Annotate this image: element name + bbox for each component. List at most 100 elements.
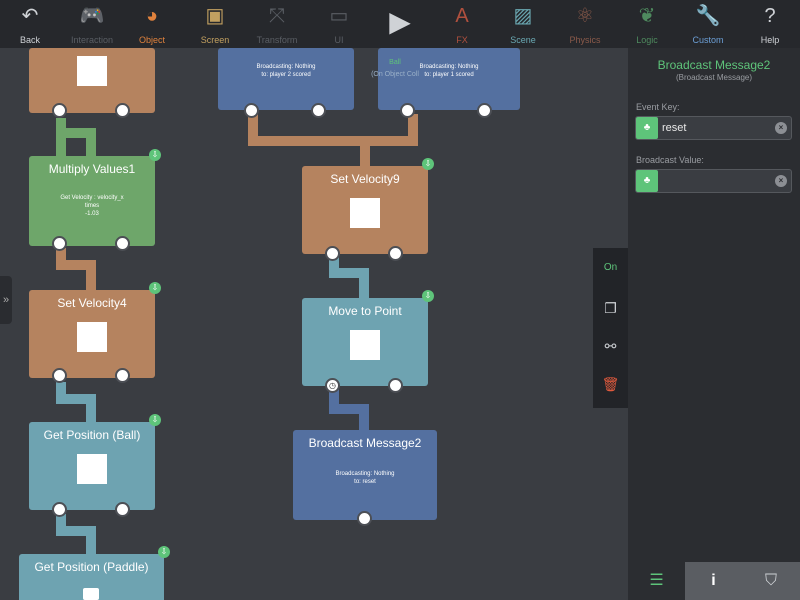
broadcast-value-input[interactable]: [662, 173, 772, 189]
node-body-line: -1.03: [85, 211, 99, 217]
port-out-left[interactable]: [400, 103, 415, 118]
toolbar-item-interaction[interactable]: 🎮 Interaction: [62, 0, 122, 48]
port-out-left[interactable]: [52, 502, 67, 517]
tags-icon[interactable]: ⛉: [742, 562, 800, 600]
node-body-line: to: reset: [354, 479, 376, 485]
download-icon[interactable]: ⇩: [149, 149, 161, 161]
atom-icon: ⚛: [576, 5, 594, 27]
node-preview-square: [350, 330, 380, 360]
port-out-left[interactable]: [52, 236, 67, 251]
toolbar-item-back[interactable]: ↶ Back: [0, 0, 60, 48]
screen-icon: ▣: [205, 5, 225, 27]
port-out-left[interactable]: [325, 246, 340, 261]
toggle-on-button[interactable]: On: [593, 262, 628, 273]
toolbar-item-object[interactable]: ◕ Object: [122, 0, 182, 48]
panel-bottom-tabs: ☰ i ⛉: [628, 562, 800, 600]
gamepad-icon: 🎮: [79, 5, 105, 27]
event-key-field[interactable]: ♣ ×: [635, 116, 792, 140]
port-out-left[interactable]: [52, 368, 67, 383]
wire: [360, 136, 370, 168]
clock-port-icon[interactable]: ◷: [325, 378, 340, 393]
port-out-left[interactable]: [244, 103, 259, 118]
node-move-to-point[interactable]: Move to Point ◷: [302, 298, 428, 393]
port-out-left[interactable]: [52, 103, 67, 118]
toolbar-item-play[interactable]: ▶: [370, 0, 430, 48]
event-key-input[interactable]: [662, 120, 772, 136]
download-icon[interactable]: ⇩: [422, 158, 434, 170]
node-set-velocity9[interactable]: Set Velocity9: [302, 166, 428, 261]
port-out-right[interactable]: [115, 236, 130, 251]
port-out-right[interactable]: [115, 502, 130, 517]
node-set-velocity4[interactable]: Set Velocity4: [29, 290, 155, 383]
fx-icon: A: [455, 5, 469, 27]
toolbar-item-physics[interactable]: ⚛ Physics: [555, 0, 615, 48]
node-get-position-ball[interactable]: Get Position (Ball): [29, 422, 155, 517]
speech-bubble-icon: ▭: [329, 5, 349, 27]
node-title: Set Velocity4: [57, 296, 127, 310]
toolbar-item-help[interactable]: ? Help: [740, 0, 800, 48]
download-icon[interactable]: ⇩: [149, 414, 161, 426]
download-icon[interactable]: ⇩: [422, 290, 434, 302]
port-out-right[interactable]: [477, 103, 492, 118]
toolbar-item-label: FX: [456, 35, 468, 45]
wire: [86, 394, 96, 424]
toolbar-item-label: Back: [19, 35, 40, 45]
node-body-line: Get Velocity : velocity_x: [60, 195, 124, 201]
clear-icon[interactable]: ×: [775, 122, 787, 134]
node-canvas[interactable]: Multiply Values1 Get Velocity : velocity…: [0, 48, 628, 600]
toolbar-item-label: Screen: [200, 35, 230, 45]
transform-arrows-icon: ⤧: [269, 5, 285, 27]
node-title: Move to Point: [328, 304, 402, 318]
node-title: Set Velocity9: [330, 172, 400, 186]
broadcast-value-field[interactable]: ♣ ×: [635, 169, 792, 193]
trash-icon[interactable]: 🗑: [593, 376, 628, 393]
node-title: Broadcast Message2: [308, 436, 422, 450]
broadcast-value-label: Broadcast Value:: [636, 155, 704, 165]
hierarchy-icon: ♣: [636, 117, 658, 139]
info-icon[interactable]: i: [685, 562, 742, 600]
wire: [86, 128, 96, 158]
toolbar-item-transform[interactable]: ⤧ Transform: [247, 0, 307, 48]
toolbar-item-custom[interactable]: 🔧 Custom: [678, 0, 738, 48]
port-out-right[interactable]: [115, 368, 130, 383]
clear-icon[interactable]: ×: [775, 175, 787, 187]
node-title: Multiply Values1: [48, 162, 136, 176]
toolbar-item-label: UI: [334, 35, 344, 45]
port-out-right[interactable]: [388, 378, 403, 393]
toolbar-item-ui[interactable]: ▭ UI: [309, 0, 369, 48]
node-body-line: times: [84, 203, 100, 209]
node-top-left[interactable]: [29, 48, 155, 118]
toolbar-item-fx[interactable]: A FX: [432, 0, 492, 48]
toolbar-item-logic[interactable]: ❦ Logic: [617, 0, 677, 48]
disconnect-icon[interactable]: ⚯: [593, 338, 628, 355]
node-body: Broadcasting: Nothing to: reset: [293, 470, 437, 486]
play-icon: ▶: [389, 6, 411, 37]
download-icon[interactable]: ⇩: [158, 546, 170, 558]
toolbar-item-scene[interactable]: ▨ Scene: [493, 0, 553, 48]
node-multiply-values[interactable]: Multiply Values1 Get Velocity : velocity…: [29, 156, 155, 251]
port-out-right[interactable]: [311, 103, 326, 118]
wire: [359, 268, 369, 300]
download-icon[interactable]: ⇩: [149, 282, 161, 294]
wrench-icon: 🔧: [695, 5, 721, 27]
copy-icon[interactable]: ❐: [593, 300, 628, 317]
node-get-position-paddle[interactable]: Get Position (Paddle): [19, 554, 164, 600]
expand-sidebar-handle[interactable]: »: [0, 276, 12, 324]
node-preview-square: [77, 56, 107, 86]
toolbar-item-label: Interaction: [70, 35, 114, 45]
toolbar-item-screen[interactable]: ▣ Screen: [185, 0, 245, 48]
ghost-node-subtitle: (On Object Coll: [371, 71, 419, 78]
port-out-right[interactable]: [388, 246, 403, 261]
port-out[interactable]: [357, 511, 372, 526]
sliders-icon[interactable]: ☰: [628, 562, 685, 600]
node-body-line: Broadcasting: Nothing: [335, 471, 395, 477]
port-out-right[interactable]: [115, 103, 130, 118]
ghost-node-label: Ball (On Object Coll: [360, 57, 430, 81]
node-preview-square: [350, 198, 380, 228]
node-broadcast-player2[interactable]: Broadcasting: Nothing to: player 2 score…: [218, 48, 354, 118]
node-body: Get Velocity : velocity_x times -1.03: [29, 194, 155, 218]
node-broadcast-message2[interactable]: Broadcast Message2 Broadcasting: Nothing…: [293, 430, 437, 526]
toolbar-item-label: Physics: [569, 35, 601, 45]
hierarchy-icon: ♣: [636, 170, 658, 192]
ghost-node-title: Ball: [389, 59, 401, 66]
